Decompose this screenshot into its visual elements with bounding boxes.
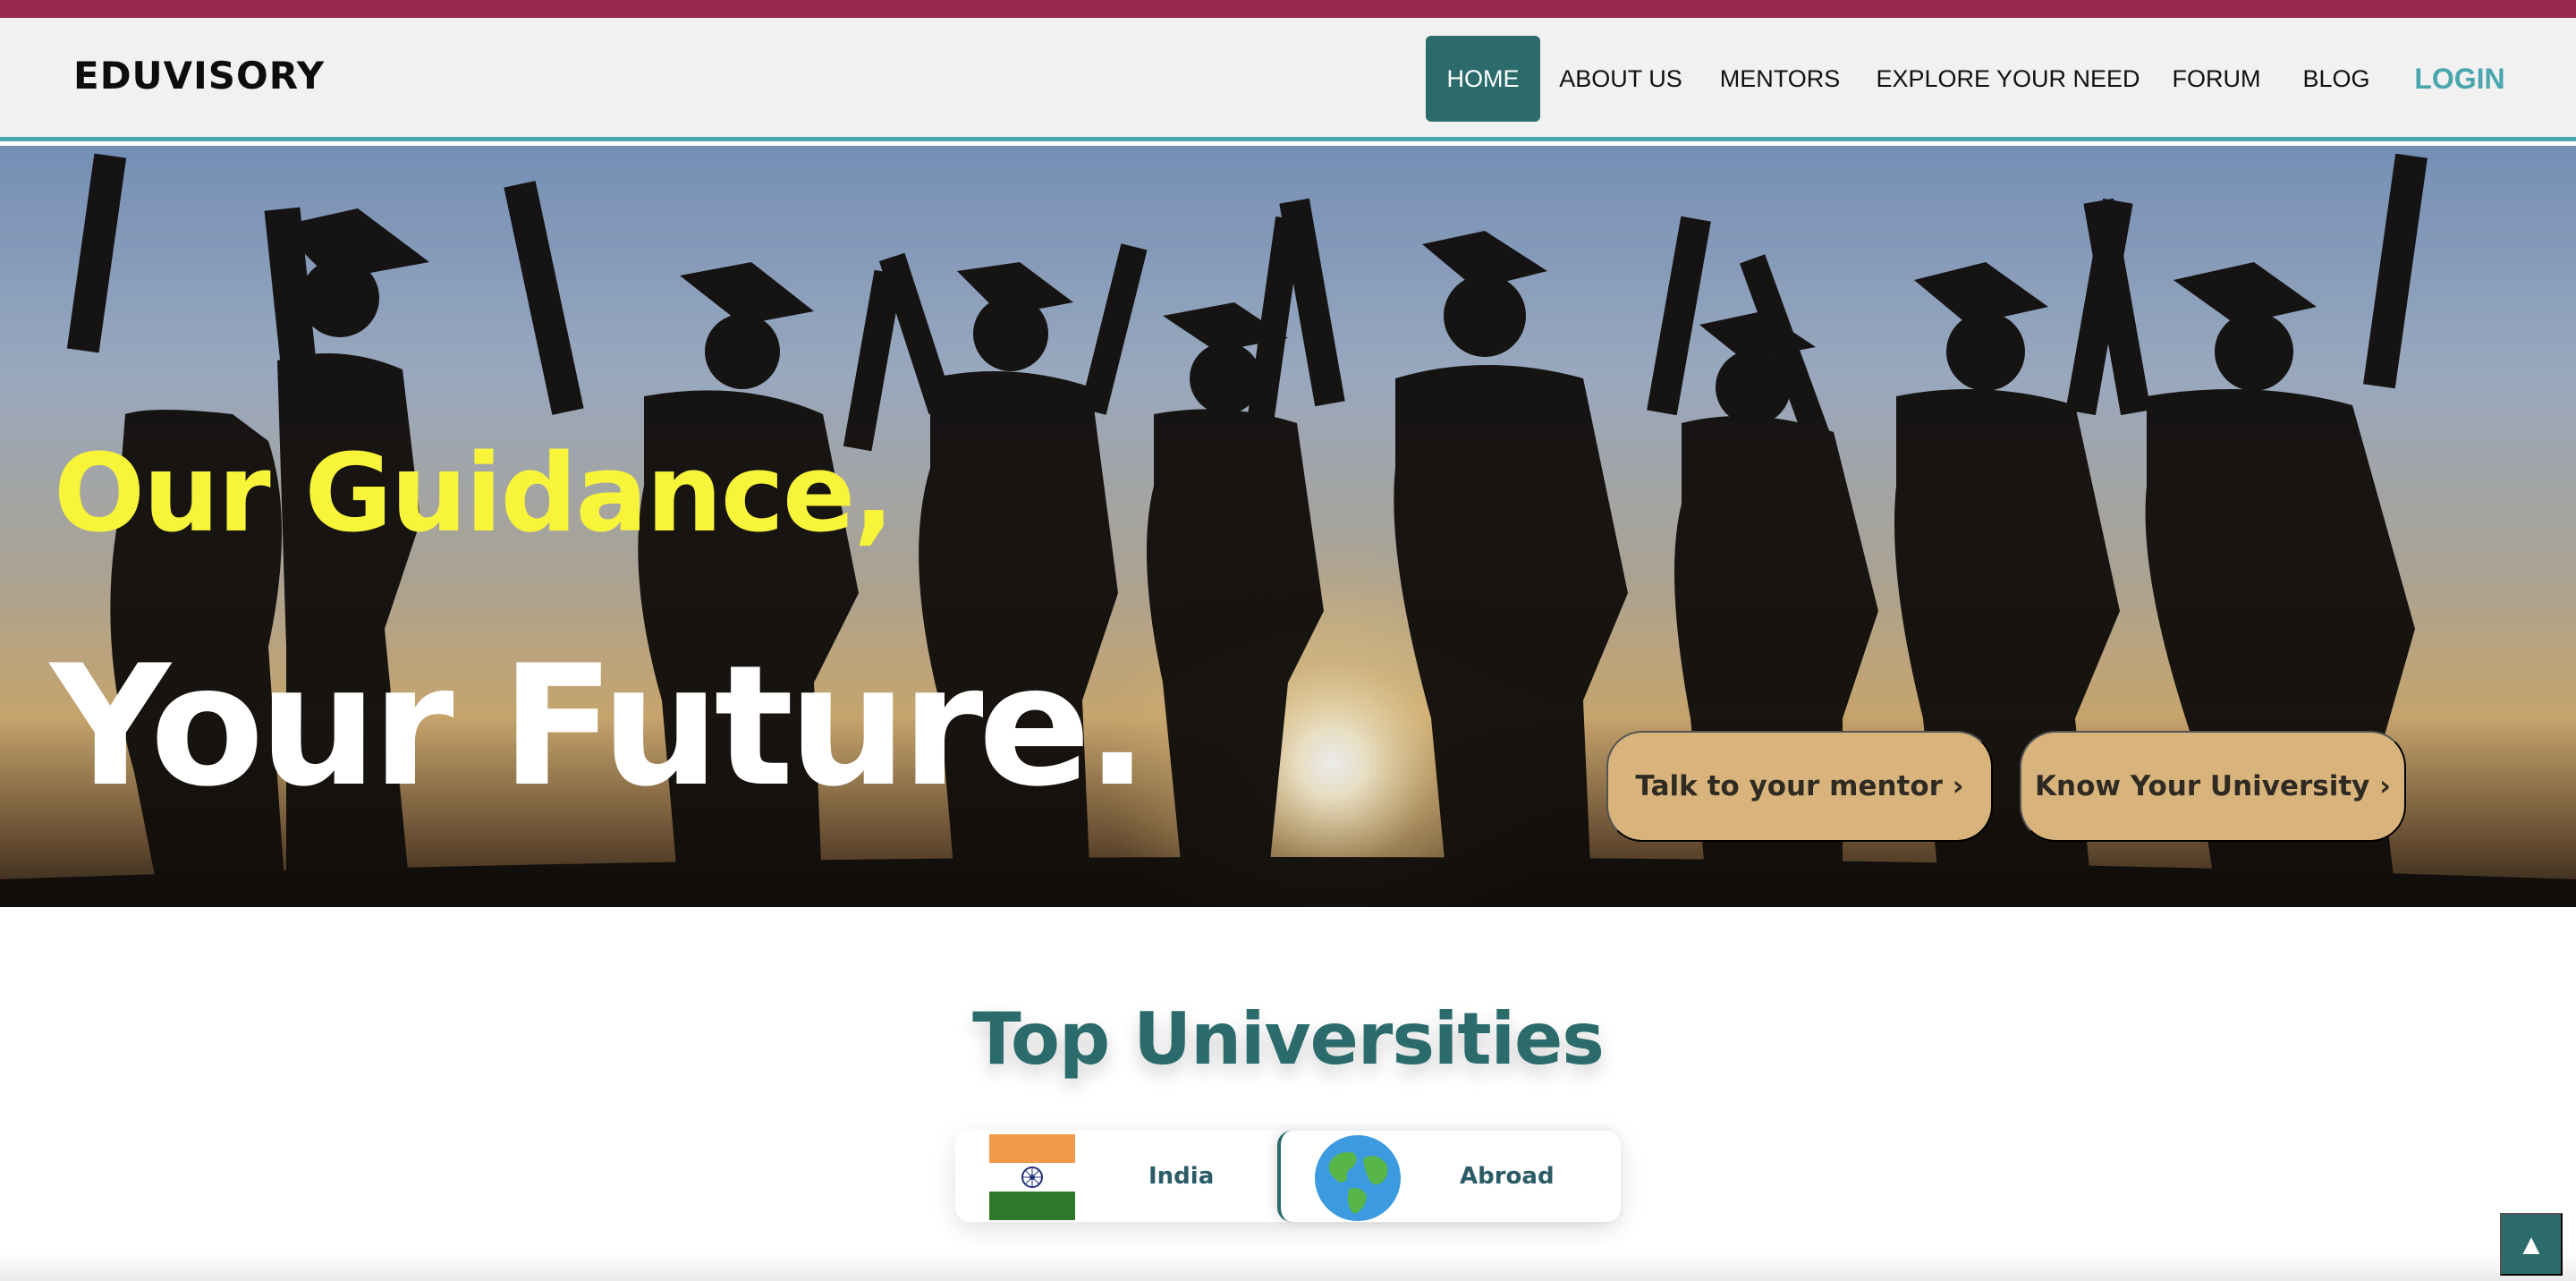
hero-banner: Our Guidance, Your Future. Talk to your … xyxy=(0,146,2576,907)
top-accent-bar xyxy=(0,0,2576,18)
nav-mentors[interactable]: MENTORS xyxy=(1717,36,1843,122)
tab-abroad-label: Abroad xyxy=(1460,1163,1555,1190)
nav-about-us[interactable]: ABOUT US xyxy=(1555,36,1687,122)
nav-login[interactable]: LOGIN xyxy=(2406,36,2513,122)
tab-abroad[interactable]: Abroad xyxy=(1277,1131,1621,1222)
brand-logo[interactable]: EDUVISORY xyxy=(73,54,325,98)
nav-home[interactable]: HOME xyxy=(1426,36,1540,122)
arrow-up-icon: ▲ xyxy=(2517,1227,2546,1260)
hero-headline-line2: Your Future. xyxy=(50,629,1148,823)
navbar: EDUVISORY HOME ABOUT US MENTORS EXPLORE … xyxy=(0,18,2576,141)
tab-india-label: India xyxy=(1148,1163,1215,1190)
hero-headline-line1: Our Guidance, xyxy=(54,432,894,556)
india-flag-icon xyxy=(989,1134,1075,1220)
nav-forum[interactable]: FORUM xyxy=(2166,36,2267,122)
universities-tab-group: India Abroad xyxy=(955,1131,1621,1222)
nav-explore-your-need[interactable]: EXPLORE YOUR NEED xyxy=(1876,36,2140,122)
scroll-to-top-button[interactable]: ▲ xyxy=(2500,1213,2563,1276)
tab-india[interactable]: India xyxy=(955,1131,1274,1222)
know-your-university-button[interactable]: Know Your University › xyxy=(2020,731,2406,842)
top-universities-title: Top Universities xyxy=(972,997,1605,1081)
talk-to-mentor-button[interactable]: Talk to your mentor › xyxy=(1606,731,1993,842)
nav-blog[interactable]: BLOG xyxy=(2293,36,2379,122)
next-section-edge xyxy=(0,1252,2576,1281)
globe-icon xyxy=(1315,1135,1401,1221)
